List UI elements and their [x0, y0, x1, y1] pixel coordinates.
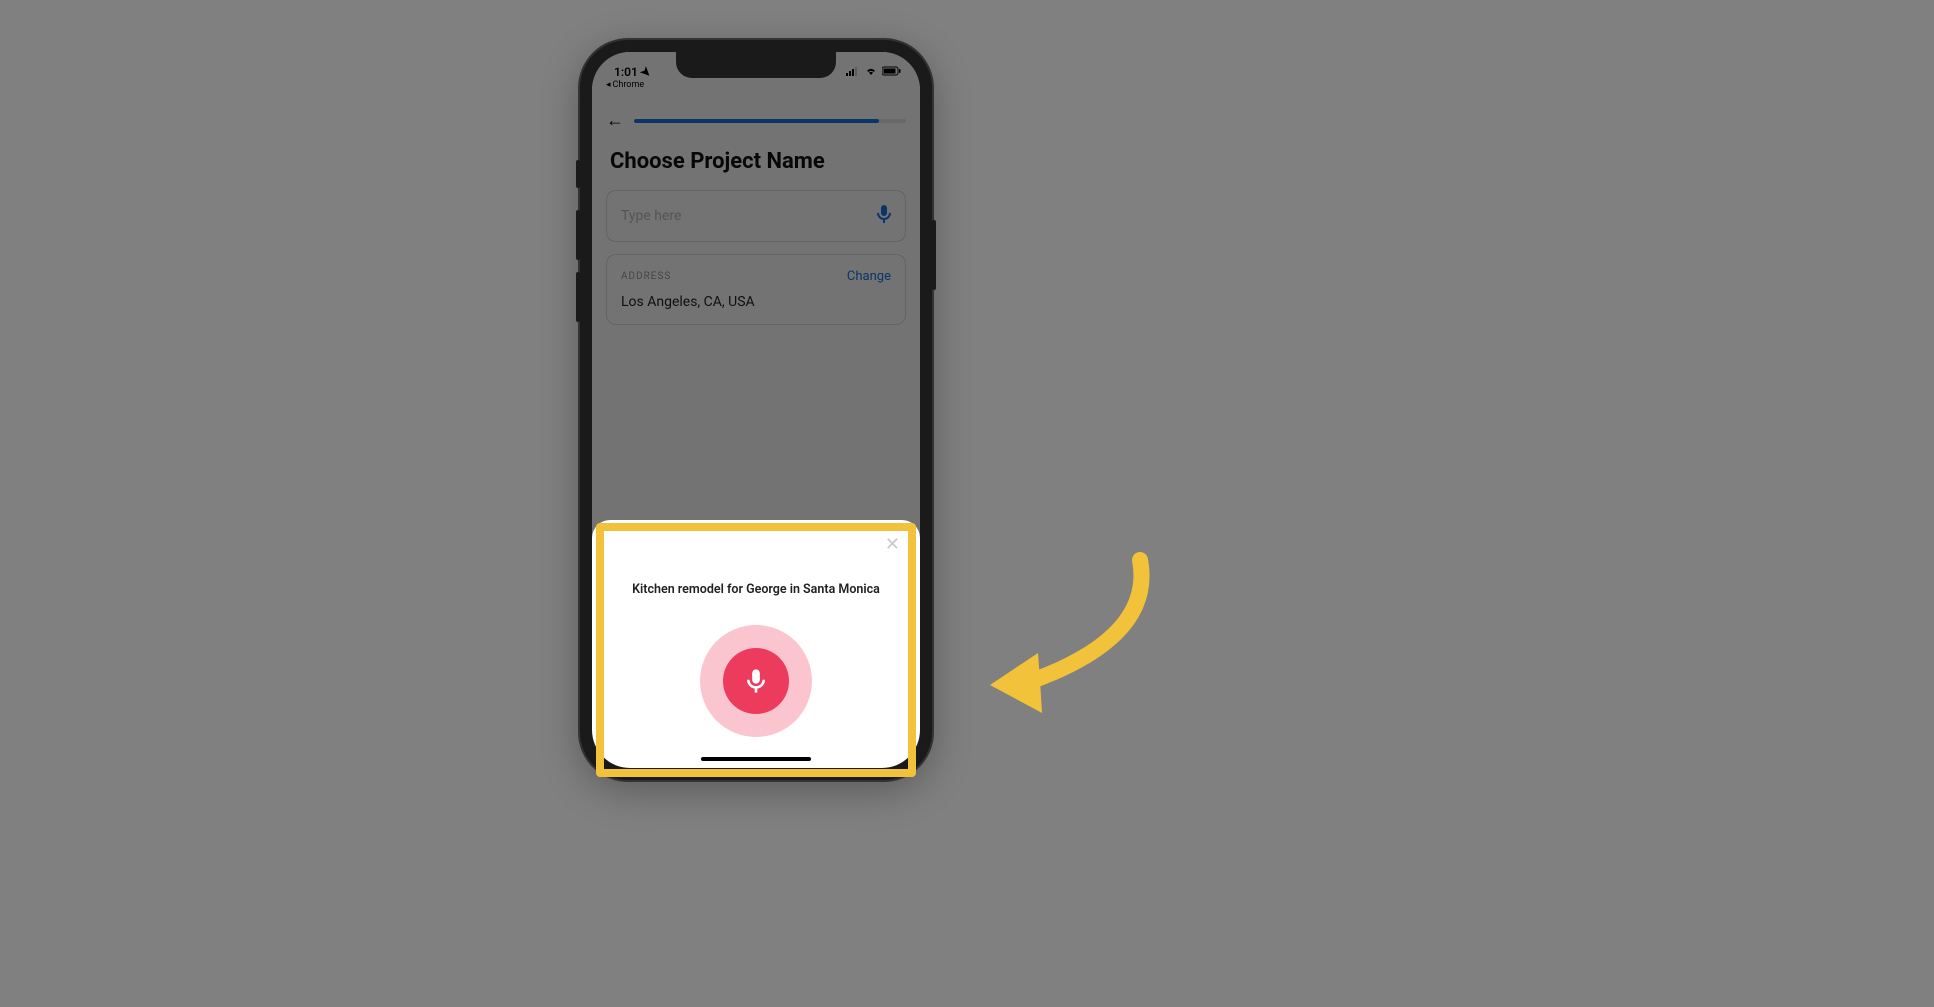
close-icon[interactable]: ✕ — [883, 534, 902, 556]
phone-screen: 1:01 ➤ ◂ Chrome ← — [592, 52, 920, 768]
phone-notch — [676, 52, 836, 78]
mic-halo — [700, 625, 812, 737]
power-button — [932, 220, 936, 290]
home-indicator[interactable] — [701, 757, 811, 761]
record-button[interactable] — [723, 648, 789, 714]
volume-down-button — [576, 272, 580, 322]
annotation-arrow-icon — [960, 530, 1180, 730]
silent-switch — [576, 160, 580, 188]
voice-input-sheet: ✕ Kitchen remodel for George in Santa Mo… — [592, 520, 920, 768]
phone-frame: 1:01 ➤ ◂ Chrome ← — [580, 40, 932, 780]
voice-transcript: Kitchen remodel for George in Santa Moni… — [632, 582, 880, 597]
microphone-icon — [747, 669, 765, 693]
volume-up-button — [576, 210, 580, 260]
